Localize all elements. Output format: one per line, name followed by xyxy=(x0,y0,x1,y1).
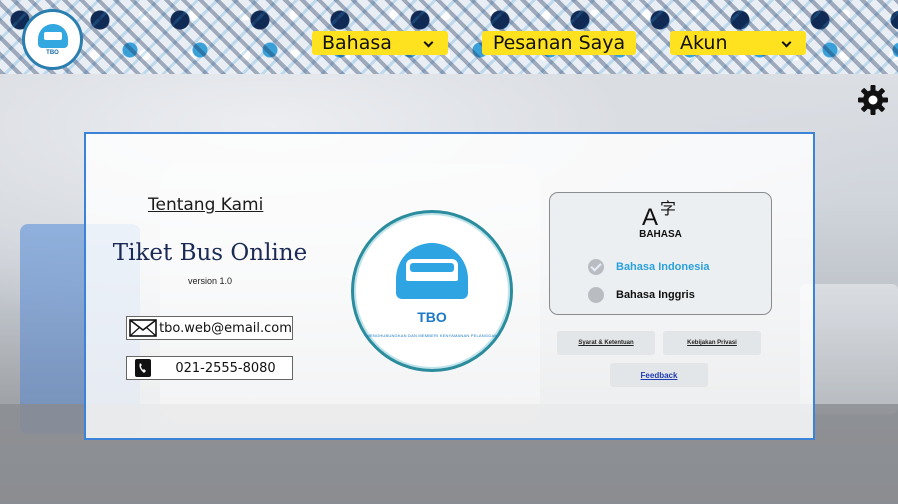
email-text: tbo.web@email.com xyxy=(159,320,292,336)
chevron-down-icon xyxy=(781,37,792,48)
translate-icon: A 字 xyxy=(642,199,676,228)
bus-icon xyxy=(396,243,468,299)
nav-bahasa-label: Bahasa xyxy=(322,32,392,54)
radio-unchecked-icon[interactable] xyxy=(588,287,604,303)
language-card: A 字 BAHASA Bahasa Indonesia Bahasa Inggr… xyxy=(549,192,772,315)
language-option-inggris[interactable]: Bahasa Inggris xyxy=(588,287,695,303)
language-option-label: Bahasa Inggris xyxy=(616,289,695,301)
email-contact[interactable]: tbo.web@email.com xyxy=(126,316,293,340)
svg-text:字: 字 xyxy=(660,199,676,218)
about-panel: Tentang Kami Tiket Bus Online version 1.… xyxy=(84,132,815,440)
phone-contact[interactable]: 021-2555-8080 xyxy=(126,356,293,380)
chevron-down-icon xyxy=(423,37,434,48)
logo-name: TBO xyxy=(417,309,447,325)
privacy-link[interactable]: Kebijakan Privasi xyxy=(663,331,761,355)
nav-akun-dropdown[interactable]: Akun xyxy=(670,31,806,55)
gear-icon[interactable] xyxy=(857,84,889,116)
phone-icon xyxy=(127,357,159,379)
radio-checked-icon[interactable] xyxy=(588,259,604,275)
logo-text: TBO xyxy=(46,49,59,56)
svg-text:A: A xyxy=(642,204,658,228)
feedback-link[interactable]: Feedback xyxy=(610,363,708,387)
nav-bahasa-dropdown[interactable]: Bahasa xyxy=(312,31,448,55)
language-option-indonesia[interactable]: Bahasa Indonesia xyxy=(588,259,710,275)
tbo-logo: TBO MENGHUBUNGKAN DAN MEMBERI KENYAMANAN… xyxy=(351,210,513,372)
bus-icon xyxy=(37,23,68,48)
language-title: BAHASA xyxy=(639,229,682,240)
brand-name: Tiket Bus Online xyxy=(112,240,308,266)
mail-icon xyxy=(127,317,159,339)
nav-pesanan-saya[interactable]: Pesanan Saya xyxy=(482,31,636,55)
phone-text: 021-2555-8080 xyxy=(175,360,276,376)
nav-akun-label: Akun xyxy=(680,32,728,54)
language-option-label: Bahasa Indonesia xyxy=(616,261,710,273)
about-title: Tentang Kami xyxy=(148,195,264,215)
terms-link[interactable]: Syarat & Ketentuan xyxy=(557,331,655,355)
logo-tagline: MENGHUBUNGKAN DAN MEMBERI KENYAMANAN PEL… xyxy=(366,333,498,338)
nav-pesanan-label: Pesanan Saya xyxy=(492,32,626,54)
app-logo[interactable]: TBO xyxy=(22,9,83,70)
version-text: version 1.0 xyxy=(187,276,233,286)
